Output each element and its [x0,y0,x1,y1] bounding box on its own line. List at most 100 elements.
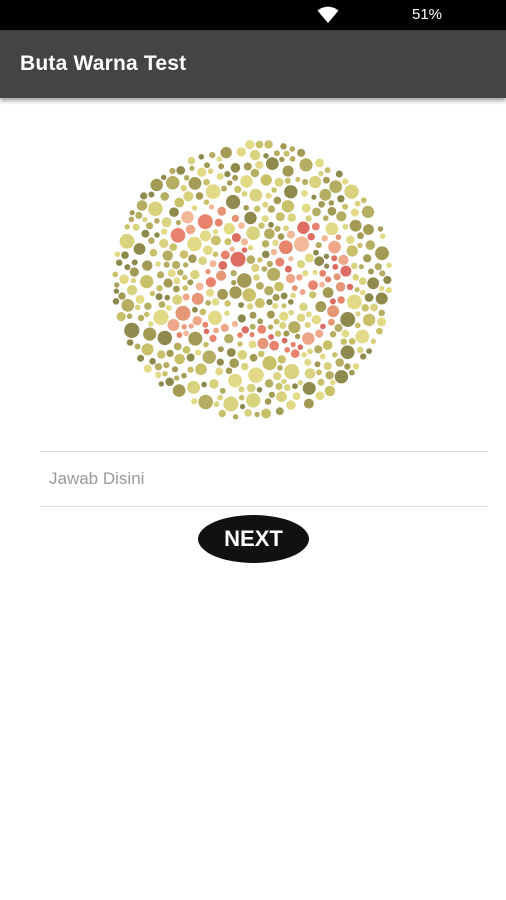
plate-background-dot [155,293,163,301]
plate-figure-dot [216,270,227,281]
plate-background-dot [128,216,135,223]
plate-figure-dot [257,338,269,349]
plate-background-dot [280,143,287,150]
plate-background-dot [221,185,227,192]
plate-background-dot [365,240,376,250]
plate-background-dot [164,294,171,301]
plate-background-dot [191,398,198,405]
plate-background-dot [116,259,123,266]
plate-background-dot [284,384,291,391]
plate-background-dot [248,340,257,349]
plate-background-dot [148,237,155,244]
plate-background-dot [203,199,210,205]
answer-input[interactable] [40,452,488,506]
plate-background-dot [378,309,386,317]
plate-figure-dot [307,233,315,241]
answer-field[interactable] [40,451,488,507]
plate-background-dot [297,380,303,386]
plate-background-dot [224,171,231,178]
plate-background-dot [133,243,146,255]
plate-background-dot [386,262,392,269]
plate-background-dot [112,271,119,278]
plate-background-dot [255,140,264,149]
plate-background-dot [124,224,130,230]
plate-background-dot [383,275,392,285]
plate-figure-dot [205,277,216,288]
plate-background-dot [245,140,255,150]
plate-background-dot [281,200,295,213]
plate-background-dot [289,156,296,162]
plate-background-dot [198,154,205,160]
plate-background-dot [232,174,239,181]
plate-background-dot [274,225,281,232]
plate-background-dot [334,323,343,332]
plate-background-dot [209,379,219,389]
plate-background-dot [256,282,264,290]
plate-background-dot [162,371,168,377]
plate-background-dot [217,288,228,300]
plate-background-dot [356,346,364,354]
plate-background-dot [346,245,358,257]
plate-figure-dot [185,224,196,235]
plate-background-dot [355,329,370,344]
plate-background-dot [148,191,155,198]
plate-background-dot [157,330,172,346]
plate-figure-dot [275,257,285,267]
plate-background-dot [134,343,141,350]
plate-background-dot [250,168,260,178]
plate-background-dot [276,391,287,403]
plate-background-dot [256,387,263,393]
plate-background-dot [202,350,216,364]
plate-background-dot [311,315,322,325]
plate-figure-dot [268,334,274,340]
plate-background-dot [121,299,135,312]
plate-background-dot [316,369,322,376]
next-button[interactable]: NEXT [198,515,309,563]
plate-background-dot [246,393,261,408]
plate-figure-dot [213,327,219,334]
plate-background-dot [174,353,185,365]
plate-figure-dot [296,274,303,281]
plate-background-dot [344,184,359,199]
plate-figure-dot [284,347,290,353]
plate-background-dot [187,366,194,373]
plate-background-dot [237,273,252,288]
plate-figure-dot [281,337,288,344]
plate-background-dot [283,150,290,157]
plate-background-dot [242,288,256,302]
plate-background-dot [249,149,261,161]
plate-background-dot [355,311,361,317]
plate-figure-dot [220,323,229,332]
plate-background-dot [292,383,298,390]
plate-background-dot [319,188,332,201]
plate-background-dot [201,381,207,388]
plate-background-dot [327,206,337,216]
plate-figure-dot [192,316,202,326]
plate-background-dot [119,233,135,249]
plate-background-dot [165,377,174,387]
plate-background-dot [237,314,246,323]
plate-background-dot [377,317,386,327]
plate-figure-dot [297,344,304,350]
plate-background-dot [163,261,170,268]
plate-background-dot [274,177,284,187]
plate-background-dot [217,346,224,353]
plate-background-dot [292,392,301,401]
plate-background-dot [268,221,274,228]
plate-figure-dot [214,218,223,227]
plate-background-dot [124,322,140,338]
plate-background-dot [121,251,129,259]
plate-background-dot [379,270,386,277]
plate-background-dot [302,381,316,395]
plate-background-dot [350,208,359,217]
plate-background-dot [325,371,334,380]
plate-background-dot [149,290,156,297]
plate-background-dot [268,391,275,398]
plate-background-dot [299,158,313,172]
plate-figure-dot [183,330,189,337]
plate-background-dot [174,375,180,381]
plate-background-dot [188,254,197,263]
plate-background-dot [311,194,317,200]
plate-background-dot [329,180,343,193]
plate-background-dot [182,285,189,291]
